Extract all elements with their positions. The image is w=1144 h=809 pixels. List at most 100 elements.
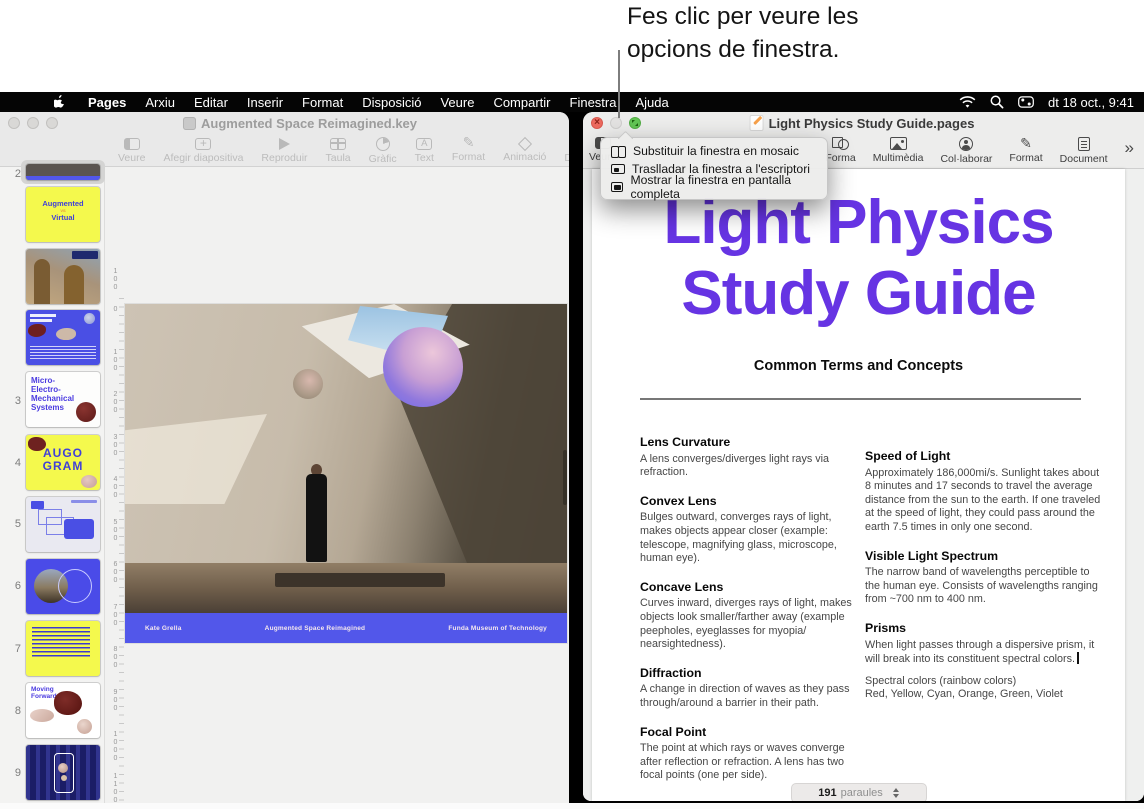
word-count-label: paraules [840, 787, 883, 799]
table-icon [330, 138, 347, 150]
keynote-zoom-button[interactable] [46, 117, 58, 129]
menu-app-name[interactable]: Pages [88, 95, 126, 110]
slide-thumbnail-11[interactable]: Moving Forward [26, 683, 100, 738]
word-count-stepper-icon[interactable] [892, 788, 899, 798]
divider-line [640, 398, 1081, 400]
wifi-icon[interactable] [959, 95, 976, 109]
pages-more-toolbar-button[interactable]: » [1124, 138, 1134, 157]
slide-thumbnail-8[interactable] [26, 497, 100, 552]
word-count-control[interactable]: 191 paraules [790, 783, 927, 801]
keynote-view-button[interactable]: Veure [118, 138, 145, 164]
slide-footer-org: Funda Museum of Technology [448, 624, 547, 632]
keynote-animate-button[interactable]: Animació [503, 136, 546, 163]
add-slide-icon [195, 136, 212, 150]
slide-thumbnail-2[interactable] [26, 164, 100, 180]
format-brush-icon: ✎ [1020, 135, 1032, 151]
pages-zoom-button[interactable] [629, 117, 641, 129]
slide-thumbnail-7[interactable]: AUGO GRAM [26, 435, 100, 490]
keynote-chart-button[interactable]: Gràfic [369, 137, 397, 165]
slide-thumbnail-3[interactable]: Augmented VS Virtual [26, 187, 100, 242]
keynote-app-icon [182, 116, 196, 130]
pages-window-title: Light Physics Study Guide.pages [768, 115, 975, 131]
thumb4-title-chip [72, 251, 98, 259]
keynote-close-button[interactable] [8, 117, 20, 129]
keynote-minimize-button[interactable] [27, 117, 39, 129]
pages-format-button[interactable]: ✎ Format [1009, 135, 1042, 164]
menu-veure[interactable]: Veure [440, 95, 474, 110]
keynote-table-button[interactable]: Taula [326, 138, 351, 164]
slide-thumbnail-12[interactable] [26, 745, 100, 800]
slide-thumbnail-10[interactable] [26, 621, 100, 676]
screen: Fes clic per veure les opcions de finest… [0, 0, 1144, 809]
menu-item-tile-window[interactable]: Substituir la finestra en mosaic [601, 142, 827, 160]
document-title[interactable]: Light Physics Study Guide [592, 187, 1125, 329]
keynote-body: 2 3 Augmented VS Virtual 4 5 6 Micro- El… [0, 160, 569, 803]
menu-arxiu[interactable]: Arxiu [145, 95, 175, 110]
screen-bottom-edge [0, 803, 1144, 809]
vertical-ruler: 100 0 100 200 300 400 500 600 700 800 90… [104, 167, 124, 803]
menu-ajuda[interactable]: Ajuda [635, 95, 668, 110]
menu-finestra[interactable]: Finestra [570, 95, 617, 110]
slide-number: 7 [14, 643, 21, 655]
pages-window: × Light Physics Study Guide.pages Veure … [583, 112, 1144, 801]
menu-format[interactable]: Format [302, 95, 343, 110]
slide-number: 4 [14, 457, 21, 469]
callout-line1: Fes clic per veure les [627, 3, 859, 30]
keynote-scrollbar[interactable] [563, 450, 567, 505]
keynote-canvas: Kate Grella Augmented Space Reimagined F… [124, 167, 569, 803]
spectral-colors-paragraph[interactable]: Spectral colors (rainbow colors) Red, Ye… [865, 675, 1107, 702]
menu-item-fullscreen[interactable]: Mostrar la finestra en pantalla completa [601, 173, 827, 201]
tile-window-icon [611, 145, 626, 158]
callout-text: Fes clic per veure les opcions de finest… [627, 0, 858, 66]
menu-inserir[interactable]: Inserir [247, 95, 283, 110]
slide-footer-bar: Kate Grella Augmented Space Reimagined F… [125, 613, 567, 643]
document-page[interactable]: Light Physics Study Guide Common Terms a… [592, 169, 1125, 801]
slide-thumbnail-9[interactable] [26, 559, 100, 614]
menu-clock[interactable]: dt 18 oct., 9:41 [1048, 95, 1134, 110]
menu-compartir[interactable]: Compartir [493, 95, 550, 110]
spotlight-search-icon[interactable] [990, 95, 1004, 109]
callout: Fes clic per veure les opcions de finest… [0, 0, 1144, 92]
pages-close-button[interactable]: × [591, 117, 603, 129]
pages-document-area: Light Physics Study Guide Common Terms a… [583, 169, 1144, 801]
apple-menu[interactable] [54, 94, 67, 110]
menu-editar[interactable]: Editar [194, 95, 228, 110]
large-gradient-sphere [383, 327, 463, 407]
document-subtitle[interactable]: Common Terms and Concepts [592, 358, 1125, 374]
keynote-add-slide-button[interactable]: Afegir diapositiva [163, 136, 243, 164]
menu-disposicio[interactable]: Disposició [362, 95, 421, 110]
slide-number: 3 [14, 395, 21, 407]
left-text-column[interactable]: Lens Curvature A lens converges/diverges… [640, 421, 855, 786]
pages-minimize-button[interactable] [610, 117, 622, 129]
chevrons-right-icon: » [1124, 138, 1134, 157]
slide-thumbnail-4[interactable] [26, 249, 100, 304]
pages-media-button[interactable]: Multimèdia [873, 137, 923, 164]
slide-footer-title: Augmented Space Reimagined [264, 624, 366, 632]
text-cursor [1077, 652, 1079, 665]
slide-thumbnail-6[interactable]: Micro- Electro- Mechanical Systems [26, 372, 100, 427]
document-icon [1077, 137, 1090, 151]
slide-thumbnail-5[interactable] [26, 310, 100, 365]
pages-document-button[interactable]: Document [1060, 137, 1108, 165]
animate-diamond-icon [517, 136, 532, 152]
pages-doc-icon [749, 115, 764, 131]
slide-number: 6 [14, 580, 21, 592]
pages-collaborate-button[interactable]: Col·laborar [940, 137, 992, 165]
fullscreen-icon [611, 182, 624, 192]
control-center-icon[interactable] [1018, 96, 1034, 108]
text-box-icon [416, 138, 433, 150]
keynote-play-button[interactable]: Reproduir [261, 137, 308, 164]
window-options-menu: Substituir la finestra en mosaic Traslla… [600, 137, 828, 201]
slide-photo-museum-interior [125, 304, 567, 613]
keynote-format-button[interactable]: ✎ Format [452, 135, 485, 163]
collaborate-person-icon [959, 137, 974, 151]
slide-number: 2 [14, 168, 21, 180]
callout-pointer-line [618, 50, 620, 118]
pages-shape-button[interactable]: Forma [825, 137, 856, 164]
keynote-text-button[interactable]: Text [415, 138, 434, 164]
current-slide[interactable]: Kate Grella Augmented Space Reimagined F… [125, 304, 567, 643]
keynote-document-button[interactable]: Document [564, 136, 569, 164]
slide-navigator: 2 3 Augmented VS Virtual 4 5 6 Micro- El… [0, 160, 105, 803]
menu-bar: Pages Arxiu Editar Inserir Format Dispos… [0, 92, 1144, 112]
right-text-column[interactable]: Speed of Light Approximately 186,000mi/s… [865, 435, 1107, 705]
